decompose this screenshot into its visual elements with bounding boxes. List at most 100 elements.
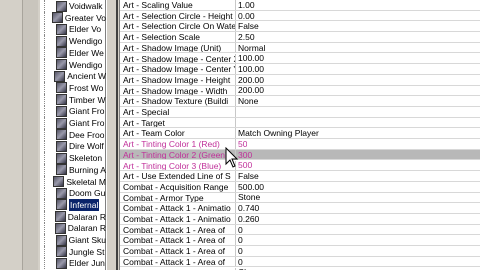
property-row[interactable]: Combat - Acquisition Range 500.00	[120, 182, 480, 193]
tree-item[interactable]: Greater Vo	[40, 11, 106, 24]
tree-connector	[44, 210, 55, 223]
property-row[interactable]: Art - Tinting Color 2 (Green) 300	[120, 150, 480, 161]
property-value[interactable]: 0	[236, 235, 243, 245]
property-row[interactable]: Combat - Attack 1 - Area of 0	[120, 235, 480, 247]
unit-portrait-icon	[56, 105, 67, 117]
tree-item[interactable]: Skeletal M	[40, 175, 106, 188]
property-row[interactable]: Combat - Attack 1 - Animatio 0.260	[120, 214, 480, 225]
property-value[interactable]: 200.00	[236, 75, 264, 85]
tree-item[interactable]: Giant Sku	[40, 234, 106, 246]
property-row[interactable]: Art - Tinting Color 3 (Blue) 500	[120, 160, 480, 172]
property-row[interactable]: Combat - Attack 1 - Area of 0	[120, 257, 480, 268]
property-row[interactable]: Art - Selection Circle On Water False	[120, 21, 480, 33]
tree-item[interactable]: Skeleton	[40, 152, 106, 165]
property-value[interactable]: Match Owning Player	[236, 128, 319, 138]
property-row[interactable]: Art - Team Color Match Owning Player	[120, 128, 480, 140]
property-value[interactable]: 100.00	[236, 53, 264, 63]
tree-item[interactable]: Ancient W	[40, 70, 106, 83]
tree-item-label: Dalaran R	[67, 223, 106, 234]
property-name: Combat - Attack 1 - Animatio	[120, 203, 236, 213]
unit-portrait-icon	[54, 70, 66, 82]
property-name: Combat - Attack 1 - Area of	[120, 224, 236, 235]
tree-connector	[44, 234, 56, 246]
tree-connector	[44, 23, 56, 36]
tree-item-label: Giant Sku	[68, 235, 106, 245]
property-row[interactable]: Art - Shadow Image (Unit) Normal	[120, 43, 480, 54]
unit-portrait-icon	[56, 82, 67, 94]
tree-connector	[44, 70, 54, 83]
property-row[interactable]: Combat - Attack 1 - Area of 0	[120, 246, 480, 257]
property-row[interactable]: Art - Shadow Image - Center Y 100.00	[120, 64, 480, 75]
property-name: Art - Tinting Color 2 (Green)	[120, 149, 236, 160]
tree-item-label: Skeleton	[69, 153, 103, 164]
tree-item[interactable]: Doom Gu	[40, 187, 106, 200]
property-name: Art - Shadow Texture (Buildi	[120, 96, 236, 106]
unit-tree-list[interactable]: Voidwalk Greater Vo Elder Vo Wendigo Elder W…	[40, 0, 106, 270]
property-name: Art - Selection Scale	[120, 32, 236, 42]
property-row[interactable]: Art - Shadow Texture (Buildi None	[120, 96, 480, 107]
tree-item-label: Skeletal M	[66, 176, 106, 187]
tree-item[interactable]: Infernal	[40, 198, 106, 211]
tree-item[interactable]: Wendigo	[40, 35, 106, 48]
tree-item[interactable]: Dalaran R	[40, 222, 106, 235]
property-name: Art - Tinting Color 1 (Red)	[120, 139, 236, 149]
tree-item-label: Dalaran R	[67, 211, 106, 222]
tree-item[interactable]: Giant Fro	[40, 117, 106, 129]
property-value[interactable]: False	[236, 21, 259, 31]
property-value[interactable]: 200.00	[236, 85, 264, 95]
tree-item[interactable]: Voidwalk	[40, 0, 106, 12]
property-value[interactable]: 2.50	[236, 32, 255, 42]
property-value[interactable]: Stone	[236, 192, 260, 202]
tree-item[interactable]: Elder Jun	[40, 257, 106, 270]
property-row[interactable]: Combat - Armor Type Stone	[120, 192, 480, 204]
tree-item[interactable]: Elder Vo	[40, 23, 106, 36]
property-value[interactable]: 1.00	[236, 0, 255, 10]
property-value[interactable]: 0	[236, 246, 243, 256]
property-name: Art - Team Color	[120, 128, 236, 139]
property-row[interactable]: Art - Special	[120, 107, 480, 118]
tree-item[interactable]: Frost Wo	[40, 81, 106, 94]
property-row[interactable]: Art - Selection Circle - Height 0.00	[120, 11, 480, 22]
property-value[interactable]: 100.00	[236, 64, 264, 74]
tree-item[interactable]: Dire Wolf	[40, 140, 106, 153]
tree-item[interactable]: Dee Froo	[40, 128, 106, 141]
tree-item[interactable]: Timber W	[40, 93, 106, 106]
property-value[interactable]: False	[236, 171, 259, 181]
property-row[interactable]: Art - Shadow Image - Center X 100.00	[120, 53, 480, 65]
tree-connector	[44, 0, 56, 12]
properties-grid: Art - Scaling Value 1.00 Art - Selection C…	[120, 0, 480, 270]
property-value[interactable]: 0	[236, 225, 243, 235]
tree-item[interactable]: Elder We	[40, 46, 106, 59]
tree-item[interactable]: Burning A	[40, 163, 106, 176]
tree-item-label: Wendigo	[69, 36, 103, 47]
property-value[interactable]: 0.740	[236, 203, 259, 213]
unit-portrait-icon	[56, 246, 67, 258]
property-row[interactable]: Art - Shadow Image - Height 200.00	[120, 75, 480, 86]
property-name: Art - Shadow Image (Unit)	[120, 42, 236, 53]
property-value[interactable]: None	[236, 96, 258, 106]
property-value[interactable]: 0.00	[236, 11, 255, 21]
unit-portrait-icon	[56, 23, 67, 35]
tree-scrollbar[interactable]	[22, 0, 38, 270]
property-row[interactable]: Combat - Attack 1 - Area of 0	[120, 225, 480, 236]
tree-item[interactable]: Wendigo	[40, 58, 106, 71]
property-row[interactable]: Art - Selection Scale 2.50	[120, 32, 480, 43]
property-row[interactable]: Art - Shadow Image - Width 200.00	[120, 85, 480, 97]
property-row[interactable]: Art - Scaling Value 1.00	[120, 0, 480, 11]
tree-item[interactable]: Jungle St	[40, 245, 106, 258]
property-row[interactable]: Art - Target	[120, 117, 480, 129]
property-value[interactable]: 0	[236, 257, 243, 267]
tree-item-label: Wendigo	[69, 59, 103, 70]
property-row[interactable]: Art - Use Extended Line of S False	[120, 171, 480, 182]
tree-item[interactable]: Dalaran R	[40, 210, 106, 223]
property-value[interactable]: Normal	[236, 43, 265, 53]
property-row[interactable]: Art - Tinting Color 1 (Red) 50	[120, 139, 480, 150]
tree-connector	[44, 11, 52, 24]
property-row[interactable]: Combat - Attack 1 - Animatio 0.740	[120, 203, 480, 214]
tree-item[interactable]: Giant Fro	[40, 105, 106, 118]
tree-item-label: Frost Wo	[69, 82, 104, 93]
property-name: Art - Shadow Image - Width	[120, 85, 236, 96]
property-value[interactable]: 0.260	[236, 214, 259, 224]
property-value[interactable]: 500.00	[236, 182, 264, 192]
unit-portrait-icon	[56, 129, 67, 141]
